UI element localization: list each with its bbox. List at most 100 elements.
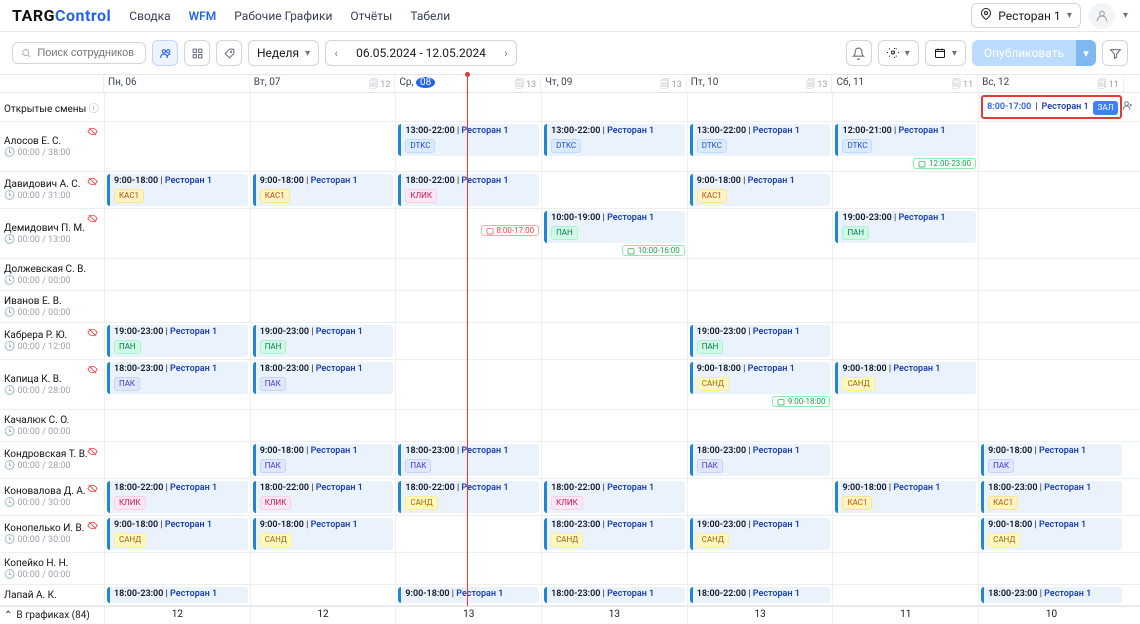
shift-cell[interactable] — [978, 172, 1124, 208]
shift-cell[interactable]: 19:00-23:00 | Ресторан 1ПАН — [250, 323, 396, 359]
footer-toggle[interactable]: ⌃В графиках (84) — [0, 607, 104, 624]
shift-cell[interactable] — [250, 209, 396, 258]
people-filter-button[interactable] — [152, 40, 178, 66]
shift-note[interactable]: 9:00-18:00 — [772, 396, 831, 407]
shift-cell[interactable]: 8:00-17:00 — [395, 209, 541, 258]
shift-cell[interactable] — [104, 410, 250, 441]
shift-cell[interactable]: 18:00-22:00 | Ресторан 1САНД — [395, 479, 541, 515]
shift-card[interactable]: 9:00-18:00 | Ресторан 1САНД — [835, 362, 976, 394]
shift-card[interactable]: 9:00-18:00 | Ресторан 1САНД — [253, 518, 394, 550]
shift-card[interactable]: 18:00-22:00 | Ресторан 1 — [690, 587, 831, 603]
nav-tab-3[interactable]: Отчёты — [350, 9, 392, 23]
open-shift-cell[interactable] — [104, 93, 250, 121]
shift-cell[interactable]: 19:00-23:00 | Ресторан 1САНД — [687, 516, 833, 552]
shift-cell[interactable] — [978, 360, 1124, 409]
shift-cell[interactable] — [687, 479, 833, 515]
shift-cell[interactable] — [395, 410, 541, 441]
shift-cell[interactable] — [978, 553, 1124, 584]
shift-card[interactable]: 18:00-23:00 | Ресторан 1ПАК — [253, 362, 394, 394]
shift-card[interactable]: 18:00-23:00 | Ресторан 1 — [981, 587, 1122, 603]
shift-cell[interactable]: 18:00-23:00 | Ресторан 1ПАК — [250, 360, 396, 409]
shift-cell[interactable]: 18:00-22:00 | Ресторан 1КЛИК — [541, 479, 687, 515]
shift-cell[interactable]: 9:00-18:00 | Ресторан 1САНД — [250, 516, 396, 552]
shift-card[interactable]: 9:00-18:00 | Ресторан 1КАС1 — [107, 174, 248, 206]
shift-card[interactable]: 19:00-23:00 | Ресторан 1ПАН — [690, 325, 831, 357]
tag-filter-button[interactable] — [216, 40, 242, 66]
nav-tab-4[interactable]: Табели — [410, 9, 450, 23]
shift-cell[interactable]: 10:00-19:00 | Ресторан 1ПАН 10:00-16:00 — [541, 209, 687, 258]
shift-cell[interactable]: 9:00-18:00 | Ресторан 1САНД 9:00-18:00 — [687, 360, 833, 409]
open-shift-cell[interactable] — [250, 93, 396, 121]
shift-cell[interactable]: 9:00-18:00 | Ресторан 1КАС1 — [250, 172, 396, 208]
open-shift-card[interactable]: 8:00-17:00 | Ресторан 1 ЗАЛ — [981, 95, 1122, 119]
shift-cell[interactable]: 13:00-22:00 | Ресторан 1DTKC — [541, 122, 687, 171]
employee-header[interactable]: Должевская С. В.🕓 00:00 / 00:00 — [0, 259, 104, 290]
shift-cell[interactable] — [687, 209, 833, 258]
shift-note[interactable]: 12:00-23:00 — [913, 158, 976, 169]
employee-header[interactable]: Коновалова Д. А.🕓 00:00 / 30:00 — [0, 479, 104, 515]
shift-cell[interactable] — [250, 585, 396, 605]
shift-cell[interactable] — [541, 442, 687, 478]
shift-cell[interactable]: 18:00-22:00 | Ресторан 1 — [687, 585, 833, 605]
shift-cell[interactable] — [250, 291, 396, 322]
shift-cell[interactable]: 18:00-22:00 | Ресторан 1КЛИК — [395, 172, 541, 208]
shift-cell[interactable]: 9:00-18:00 | Ресторан 1 — [395, 585, 541, 605]
shift-cell[interactable] — [541, 323, 687, 359]
nav-tab-2[interactable]: Рабочие Графики — [234, 9, 332, 23]
shift-card[interactable]: 9:00-18:00 | Ресторан 1КАС1 — [253, 174, 394, 206]
employee-header[interactable]: Капица К. В.🕓 00:00 / 28:00 — [0, 360, 104, 409]
shift-note[interactable]: 10:00-16:00 — [622, 245, 685, 256]
shift-cell[interactable]: 13:00-22:00 | Ресторан 1DTKC — [687, 122, 833, 171]
shift-cell[interactable] — [978, 410, 1124, 441]
shift-cell[interactable] — [978, 323, 1124, 359]
publish-caret-button[interactable]: ▾ — [1076, 40, 1096, 66]
avatar-button[interactable] — [1089, 3, 1115, 29]
shift-card[interactable]: 18:00-23:00 | Ресторан 1САНД — [544, 518, 685, 550]
employee-header[interactable]: Копейко Н. Н.🕓 00:00 / 00:00 — [0, 553, 104, 584]
shift-cell[interactable] — [250, 259, 396, 290]
shift-cell[interactable] — [832, 516, 978, 552]
publish-button[interactable]: Опубликовать — [972, 40, 1076, 66]
shift-card[interactable]: 18:00-22:00 | Ресторан 1КЛИК — [107, 481, 248, 513]
org-filter-button[interactable] — [184, 40, 210, 66]
search-input-wrap[interactable] — [12, 42, 146, 64]
shift-card[interactable]: 19:00-23:00 | Ресторан 1САНД — [690, 518, 831, 550]
shift-cell[interactable] — [104, 259, 250, 290]
employee-header[interactable]: Алосов Е. С.🕓 00:00 / 38:00 — [0, 122, 104, 171]
shift-cell[interactable]: 9:00-18:00 | Ресторан 1КАС1 — [104, 172, 250, 208]
filter-button[interactable] — [1102, 40, 1128, 66]
shift-cell[interactable] — [541, 410, 687, 441]
shift-cell[interactable] — [541, 259, 687, 290]
shift-cell[interactable]: 9:00-18:00 | Ресторан 1САНД — [832, 360, 978, 409]
shift-cell[interactable]: 19:00-23:00 | Ресторан 1ПАН — [687, 323, 833, 359]
shift-cell[interactable]: 9:00-18:00 | Ресторан 1КАС1 — [687, 172, 833, 208]
prev-week-button[interactable]: ‹ — [326, 47, 346, 60]
shift-card[interactable]: 9:00-18:00 | Ресторан 1САНД — [981, 518, 1122, 550]
shift-cell[interactable] — [104, 209, 250, 258]
shift-cell[interactable] — [832, 410, 978, 441]
shift-card[interactable]: 18:00-23:00 | Ресторан 1КАС1 — [981, 481, 1122, 513]
shift-cell[interactable] — [395, 323, 541, 359]
shift-cell[interactable]: 9:00-18:00 | Ресторан 1КАС1 — [832, 479, 978, 515]
shift-cell[interactable]: 19:00-23:00 | Ресторан 1ПАН — [832, 209, 978, 258]
shift-cell[interactable]: 18:00-23:00 | Ресторан 1КАС1 — [978, 479, 1124, 515]
shift-cell[interactable]: 19:00-23:00 | Ресторан 1ПАН — [104, 323, 250, 359]
shift-cell[interactable] — [832, 259, 978, 290]
shift-card[interactable]: 9:00-18:00 | Ресторан 1 — [398, 587, 539, 603]
shift-cell[interactable] — [978, 122, 1124, 171]
shift-cell[interactable]: 13:00-22:00 | Ресторан 1DTKC — [395, 122, 541, 171]
next-week-button[interactable]: › — [496, 47, 516, 60]
employee-header[interactable]: Иванов Е. В.🕓 00:00 / 00:00 — [0, 291, 104, 322]
search-input[interactable] — [37, 47, 137, 59]
chevron-down-icon[interactable]: ▾ — [1123, 10, 1128, 21]
employee-header[interactable]: Конопелько И. В.🕓 00:00 / 30:00 — [0, 516, 104, 552]
shift-cell[interactable] — [978, 291, 1124, 322]
shift-cell[interactable]: 18:00-23:00 | Ресторан 1 — [541, 585, 687, 605]
shift-cell[interactable] — [250, 122, 396, 171]
shift-card[interactable]: 18:00-22:00 | Ресторан 1САНД — [398, 481, 539, 513]
employee-header[interactable]: Демидович П. М.🕓 00:00 / 13:00 — [0, 209, 104, 258]
shift-cell[interactable] — [978, 259, 1124, 290]
shift-cell[interactable]: 18:00-23:00 | Ресторан 1САНД — [541, 516, 687, 552]
shift-card[interactable]: 18:00-23:00 | Ресторан 1ПАК — [107, 362, 248, 394]
location-select[interactable]: Ресторан 1 ▾ — [971, 3, 1081, 28]
